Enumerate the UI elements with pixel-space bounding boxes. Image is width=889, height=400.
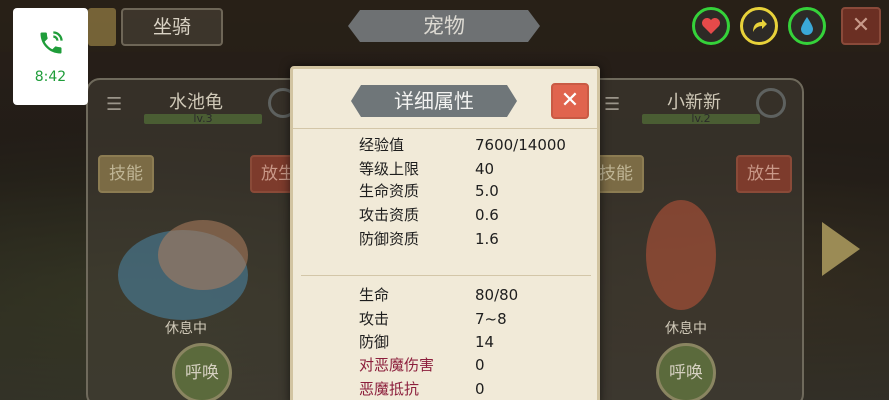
- curved-arrow-icon: [753, 19, 767, 32]
- stat-label: 恶魔抵抗: [359, 380, 420, 398]
- call-widget[interactable]: 8:42: [13, 8, 88, 105]
- attr-value: 7600/14000: [475, 136, 566, 154]
- popup-header: 详细属性 ✕: [293, 69, 597, 129]
- attr-value: 1.6: [475, 230, 499, 248]
- skill-button[interactable]: 技能: [98, 155, 154, 193]
- stat-label: 对恶魔伤害: [359, 356, 435, 374]
- tab-pet[interactable]: 宠物: [348, 10, 540, 42]
- pet-level: lv.3: [193, 112, 213, 125]
- dragon-pet-image: [646, 200, 716, 310]
- stat-value: 14: [475, 333, 495, 351]
- pet-status: 休息中: [165, 321, 207, 337]
- stat-label: 防御: [359, 333, 390, 351]
- close-pet-panel-button[interactable]: ✕: [841, 7, 881, 45]
- attr-label: 等级上限: [359, 160, 420, 178]
- stat-label: 生命: [359, 286, 390, 304]
- divider: [301, 275, 591, 276]
- detail-attributes-popup: 详细属性 ✕ 经验值 7600/14000 等级上限 40 生命资质 5.0 攻…: [290, 66, 600, 400]
- water-drop-icon: [801, 17, 813, 35]
- turtle-shell-image: [158, 220, 248, 290]
- attr-label: 攻击资质: [359, 206, 420, 224]
- attr-label: 经验值: [359, 136, 405, 154]
- pet-card-left: ☰ 水池龟 lv.3 技能 放生 休息中 呼唤: [86, 78, 306, 400]
- call-duration: 8:42: [34, 68, 67, 85]
- popup-close-button[interactable]: ✕: [551, 83, 589, 119]
- phone-icon: [40, 30, 63, 53]
- popup-title: 详细属性: [351, 85, 517, 117]
- level-bar: lv.3: [144, 112, 262, 125]
- attr-label: 防御资质: [359, 230, 420, 248]
- stat-value: 7~8: [475, 310, 507, 328]
- summon-button[interactable]: 呼唤: [656, 343, 716, 400]
- release-button[interactable]: 放生: [736, 155, 792, 193]
- summon-button[interactable]: 呼唤: [172, 343, 232, 400]
- attr-label: 生命资质: [359, 182, 420, 200]
- next-page-arrow-icon[interactable]: [822, 222, 860, 276]
- tab-left-edge[interactable]: [88, 8, 116, 46]
- tab-mount[interactable]: 坐骑: [121, 8, 223, 46]
- attr-value: 0.6: [475, 206, 499, 224]
- pet-status: 休息中: [665, 321, 707, 337]
- stat-label: 攻击: [359, 310, 390, 328]
- stat-value: 0: [475, 380, 485, 398]
- refresh-icon[interactable]: [756, 88, 786, 118]
- attr-value: 40: [475, 160, 495, 178]
- attr-value: 5.0: [475, 182, 499, 200]
- pet-level: lv.2: [691, 112, 711, 125]
- heart-icon: [702, 18, 720, 34]
- feed-button[interactable]: [740, 7, 778, 45]
- pet-card-right: ☰ 小新新 lv.2 技能 放生 休息中 呼唤: [584, 78, 804, 400]
- water-button[interactable]: [788, 7, 826, 45]
- level-bar: lv.2: [642, 112, 760, 125]
- stat-value: 0: [475, 356, 485, 374]
- heart-button[interactable]: [692, 7, 730, 45]
- stat-value: 80/80: [475, 286, 519, 304]
